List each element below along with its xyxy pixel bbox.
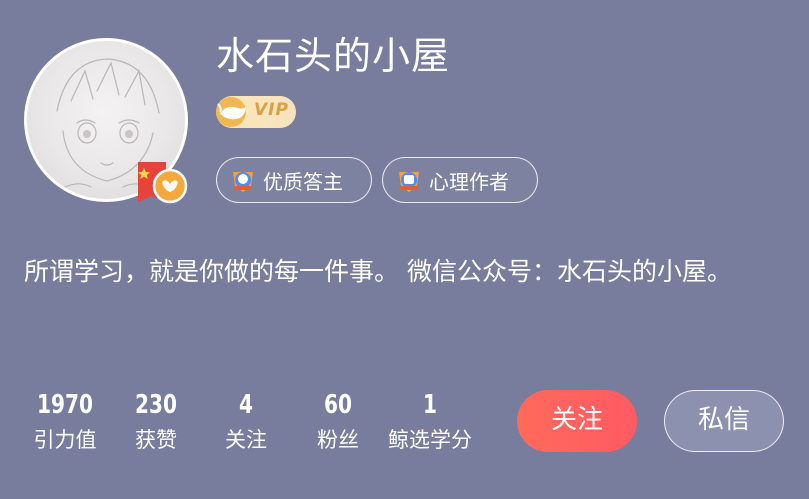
medal-icon	[229, 166, 257, 194]
stat-following[interactable]: 4 关注	[216, 388, 276, 456]
stat-label: 获赞	[135, 428, 177, 452]
tag-quality-answerer[interactable]: 优质答主	[216, 157, 372, 203]
follow-button[interactable]: 关注	[517, 390, 637, 452]
message-button[interactable]: 私信	[664, 390, 784, 452]
stat-value: 230	[134, 390, 177, 420]
stat-value: 60	[323, 390, 353, 420]
verified-badge-icon	[136, 158, 188, 206]
tag-label: 优质答主	[263, 169, 343, 194]
stat-gravity[interactable]: 1970 引力值	[24, 388, 106, 456]
stat-label: 粉丝	[317, 428, 359, 452]
medal-icon	[395, 166, 423, 194]
tag-psychology-author[interactable]: 心理作者	[382, 157, 538, 203]
stat-value: 1	[422, 390, 438, 420]
tag-label: 心理作者	[429, 169, 509, 194]
profile-bio: 所谓学习，就是你做的每一件事。 微信公众号：水石头的小屋。	[24, 257, 732, 286]
avatar-container[interactable]	[24, 38, 188, 204]
whale-icon	[214, 96, 252, 132]
stat-label: 鲸选学分	[388, 428, 472, 452]
vip-badge[interactable]: VIP	[216, 96, 296, 128]
stat-likes[interactable]: 230 获赞	[126, 388, 186, 456]
stat-value: 4	[238, 390, 254, 420]
stat-followers[interactable]: 60 粉丝	[308, 388, 368, 456]
username: 水石头的小屋	[216, 34, 451, 78]
stat-value: 1970	[36, 390, 93, 420]
vip-label: VIP	[254, 100, 289, 120]
stat-credits[interactable]: 1 鲸选学分	[380, 388, 480, 456]
stat-label: 引力值	[33, 428, 97, 452]
stat-label: 关注	[225, 428, 267, 452]
profile-card: 水石头的小屋 VIP 优质答主 心理作者 所谓学习，就是你做的每一件事。 微信公…	[0, 0, 809, 499]
